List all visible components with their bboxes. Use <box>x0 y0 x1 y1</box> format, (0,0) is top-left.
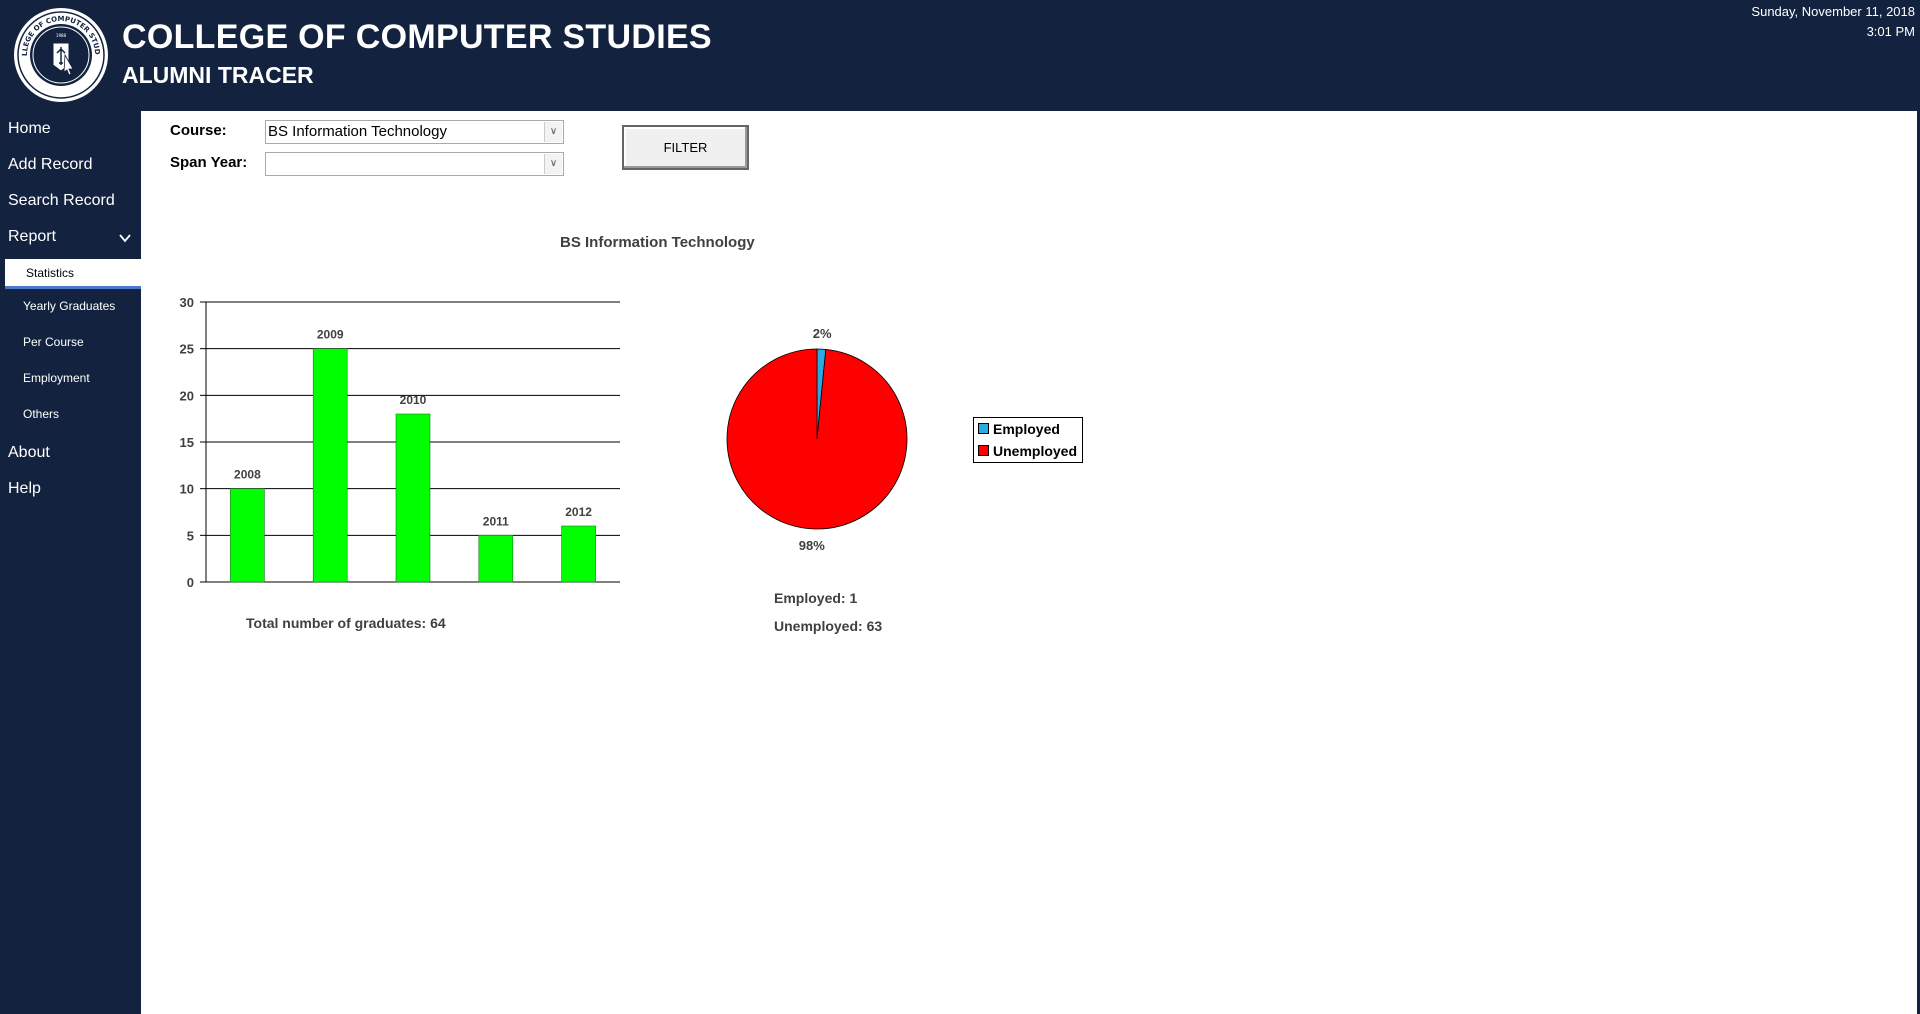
chevron-down-icon[interactable] <box>118 231 132 245</box>
app-title: COLLEGE OF COMPUTER STUDIES <box>122 18 712 56</box>
nav-search-record[interactable]: Search Record <box>8 192 115 210</box>
bar-data-label: 2008 <box>234 468 261 482</box>
course-label: Course: <box>170 122 227 139</box>
pie-chart: 2% 98% <box>726 326 908 553</box>
bar-data-label: 2011 <box>483 514 509 528</box>
bar <box>561 525 596 583</box>
course-select-value: BS Information Technology <box>268 123 447 140</box>
app-subtitle: ALUMNI TRACER <box>122 62 314 88</box>
y-tick-label: 30 <box>180 295 194 310</box>
bar-chart-bars <box>230 348 596 583</box>
bar-data-label: 2012 <box>565 505 592 519</box>
y-tick-label: 5 <box>187 528 194 543</box>
pie-percent-label: 2% <box>813 326 832 341</box>
legend-swatch-unemployed <box>978 445 989 456</box>
y-tick-label: 0 <box>187 575 194 590</box>
legend-label-employed: Employed <box>993 421 1060 437</box>
nav-employment[interactable]: Employment <box>23 371 90 385</box>
bar <box>312 348 348 583</box>
span-year-label: Span Year: <box>170 154 248 171</box>
nav-yearly-graduates[interactable]: Yearly Graduates <box>23 299 115 313</box>
legend-label-unemployed: Unemployed <box>993 443 1078 459</box>
report-title: BS Information Technology <box>560 234 755 251</box>
bar-chart: 2008 2009 2010 2011 2012 0 5 10 15 20 25 30 <box>180 295 620 590</box>
filter-button[interactable]: FILTER <box>622 125 749 170</box>
nav-statistics[interactable]: Statistics <box>5 259 141 289</box>
course-select[interactable]: BS Information Technology ∨ <box>265 120 564 144</box>
pie-slice <box>726 348 908 530</box>
current-time: 3:01 PM <box>1866 24 1915 39</box>
nav-add-record[interactable]: Add Record <box>8 156 93 174</box>
nav-report[interactable]: Report <box>8 228 56 246</box>
nav-per-course[interactable]: Per Course <box>23 335 84 349</box>
svg-text:1988: 1988 <box>56 33 67 38</box>
span-year-select[interactable]: ∨ <box>265 152 564 176</box>
nav-home[interactable]: Home <box>8 120 51 138</box>
total-graduates-text: Total number of graduates: 64 <box>246 615 446 631</box>
unemployed-count-text: Unemployed: 63 <box>774 618 883 634</box>
college-logo: 1988 COLLEGE OF COMPUTER STUDIES <box>13 7 108 102</box>
pie-legend: Employed Unemployed <box>973 417 1083 463</box>
nav-others[interactable]: Others <box>23 407 59 421</box>
legend-swatch-employed <box>978 423 989 434</box>
bar <box>478 535 514 583</box>
bar <box>395 413 431 583</box>
datetime: Sunday, November 11, 2018 3:01 PM <box>1751 2 1915 42</box>
legend-employed: Employed <box>978 421 1060 437</box>
pie-chart-slices <box>726 348 908 530</box>
y-tick-label: 15 <box>180 435 194 450</box>
employed-count-text: Employed: 1 <box>774 590 858 606</box>
y-tick-label: 25 <box>180 342 194 357</box>
legend-unemployed: Unemployed <box>978 443 1077 459</box>
bar-data-label: 2009 <box>317 328 344 342</box>
bar-chart-y-ticks: 0 5 10 15 20 25 30 <box>180 295 194 590</box>
pie-percent-label: 98% <box>799 538 825 553</box>
nav-help[interactable]: Help <box>8 480 41 498</box>
app-header: 1988 COLLEGE OF COMPUTER STUDIES COLLEGE… <box>0 0 1920 111</box>
current-date: Sunday, November 11, 2018 <box>1751 4 1915 19</box>
nav-about[interactable]: About <box>8 444 50 462</box>
bar-data-label: 2010 <box>400 393 427 407</box>
sidebar <box>0 111 141 1014</box>
dropdown-arrow-icon[interactable]: ∨ <box>544 154 562 174</box>
y-tick-label: 10 <box>180 482 194 497</box>
y-tick-label: 20 <box>180 388 194 403</box>
dropdown-arrow-icon[interactable]: ∨ <box>544 122 562 142</box>
bar <box>230 488 265 583</box>
